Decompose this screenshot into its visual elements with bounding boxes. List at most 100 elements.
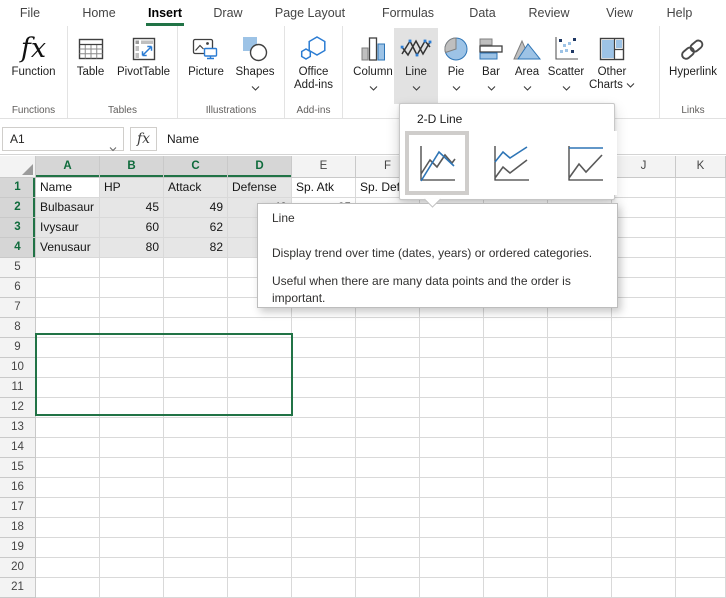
cell-H20[interactable] [484, 558, 548, 578]
cell-A11[interactable] [36, 378, 100, 398]
cell-I19[interactable] [548, 538, 612, 558]
line-chart-button[interactable]: Line [394, 28, 438, 104]
cell-A2[interactable]: Bulbasaur [36, 198, 100, 218]
cell-H12[interactable] [484, 398, 548, 418]
cell-A3[interactable]: Ivysaur [36, 218, 100, 238]
bar-chart-button[interactable]: Bar [474, 28, 508, 104]
row-header-16[interactable]: 16 [0, 478, 36, 498]
cell-B19[interactable] [100, 538, 164, 558]
column-header-B[interactable]: B [100, 156, 164, 178]
cell-C1[interactable]: Attack [164, 178, 228, 198]
cell-E16[interactable] [292, 478, 356, 498]
cell-J9[interactable] [612, 338, 676, 358]
cell-K20[interactable] [676, 558, 726, 578]
area-chart-button[interactable]: Area [509, 28, 545, 104]
cell-A6[interactable] [36, 278, 100, 298]
cell-I9[interactable] [548, 338, 612, 358]
cell-C8[interactable] [164, 318, 228, 338]
column-header-C[interactable]: C [164, 156, 228, 178]
tab-review[interactable]: Review [526, 4, 572, 22]
cell-A7[interactable] [36, 298, 100, 318]
cell-F8[interactable] [356, 318, 420, 338]
cell-B2[interactable]: 45 [100, 198, 164, 218]
cell-K9[interactable] [676, 338, 726, 358]
cell-D8[interactable] [228, 318, 292, 338]
tab-data[interactable]: Data [465, 4, 500, 22]
pie-chart-button[interactable]: Pie [439, 28, 473, 104]
cell-G13[interactable] [420, 418, 484, 438]
row-header-1[interactable]: 1 [0, 178, 36, 198]
cell-A17[interactable] [36, 498, 100, 518]
cell-J1[interactable] [612, 178, 676, 198]
cell-K5[interactable] [676, 258, 726, 278]
cell-F15[interactable] [356, 458, 420, 478]
cell-C13[interactable] [164, 418, 228, 438]
row-header-15[interactable]: 15 [0, 458, 36, 478]
cell-J11[interactable] [612, 378, 676, 398]
cell-E14[interactable] [292, 438, 356, 458]
cell-E19[interactable] [292, 538, 356, 558]
cell-D9[interactable] [228, 338, 292, 358]
shapes-button[interactable]: Shapes [231, 28, 279, 104]
row-header-5[interactable]: 5 [0, 258, 36, 278]
cell-H19[interactable] [484, 538, 548, 558]
cell-B6[interactable] [100, 278, 164, 298]
cell-H17[interactable] [484, 498, 548, 518]
cell-B15[interactable] [100, 458, 164, 478]
cell-K10[interactable] [676, 358, 726, 378]
cell-J10[interactable] [612, 358, 676, 378]
cell-A15[interactable] [36, 458, 100, 478]
cell-C10[interactable] [164, 358, 228, 378]
cell-I18[interactable] [548, 518, 612, 538]
cell-G15[interactable] [420, 458, 484, 478]
function-button[interactable]: fx Function [6, 28, 62, 104]
cell-J16[interactable] [612, 478, 676, 498]
cell-D16[interactable] [228, 478, 292, 498]
cell-C12[interactable] [164, 398, 228, 418]
cell-J19[interactable] [612, 538, 676, 558]
cell-E1[interactable]: Sp. Atk [292, 178, 356, 198]
cell-D15[interactable] [228, 458, 292, 478]
cell-A16[interactable] [36, 478, 100, 498]
tab-file[interactable]: File [14, 4, 46, 22]
cell-D17[interactable] [228, 498, 292, 518]
cell-C5[interactable] [164, 258, 228, 278]
tab-insert[interactable]: Insert [145, 4, 185, 26]
stacked-line-chart-option[interactable] [479, 131, 543, 195]
row-header-18[interactable]: 18 [0, 518, 36, 538]
cell-E8[interactable] [292, 318, 356, 338]
cell-K16[interactable] [676, 478, 726, 498]
cell-K19[interactable] [676, 538, 726, 558]
cell-J13[interactable] [612, 418, 676, 438]
cell-I11[interactable] [548, 378, 612, 398]
hyperlink-button[interactable]: Hyperlink [662, 28, 724, 104]
cell-I12[interactable] [548, 398, 612, 418]
cell-H21[interactable] [484, 578, 548, 598]
cell-F12[interactable] [356, 398, 420, 418]
cell-G9[interactable] [420, 338, 484, 358]
formula-input[interactable]: Name [167, 127, 199, 151]
cell-A19[interactable] [36, 538, 100, 558]
cell-A21[interactable] [36, 578, 100, 598]
cell-G8[interactable] [420, 318, 484, 338]
cell-B7[interactable] [100, 298, 164, 318]
cell-C17[interactable] [164, 498, 228, 518]
cell-G20[interactable] [420, 558, 484, 578]
cell-C7[interactable] [164, 298, 228, 318]
cell-C14[interactable] [164, 438, 228, 458]
row-header-7[interactable]: 7 [0, 298, 36, 318]
cell-J18[interactable] [612, 518, 676, 538]
cell-G19[interactable] [420, 538, 484, 558]
cell-D20[interactable] [228, 558, 292, 578]
cell-B9[interactable] [100, 338, 164, 358]
cell-H11[interactable] [484, 378, 548, 398]
row-header-2[interactable]: 2 [0, 198, 36, 218]
row-header-21[interactable]: 21 [0, 578, 36, 598]
cell-K14[interactable] [676, 438, 726, 458]
cell-B11[interactable] [100, 378, 164, 398]
row-header-20[interactable]: 20 [0, 558, 36, 578]
cell-J7[interactable] [612, 298, 676, 318]
cell-G17[interactable] [420, 498, 484, 518]
cell-K3[interactable] [676, 218, 726, 238]
cell-H18[interactable] [484, 518, 548, 538]
